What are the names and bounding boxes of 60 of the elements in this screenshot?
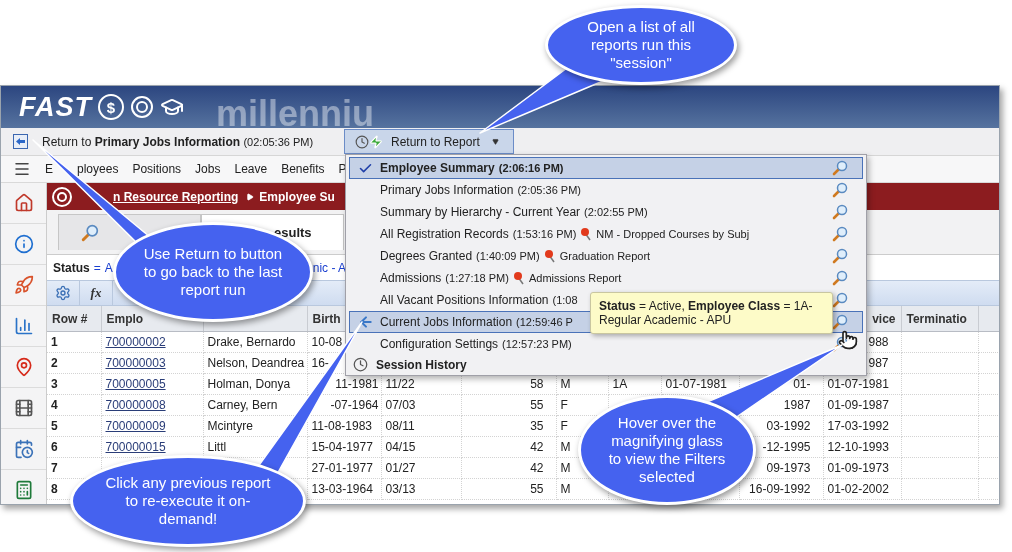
report-name: Configuration Settings xyxy=(380,337,499,351)
report-note: Graduation Report xyxy=(559,250,651,262)
table-cell: 2 xyxy=(47,352,101,374)
table-cell: 42 xyxy=(461,436,556,458)
table-cell: 17-03-1992 xyxy=(823,415,901,437)
report-name: Summary by Hierarchy - Current Year xyxy=(380,205,581,219)
report-name: Degrees Granted xyxy=(380,249,473,263)
report-time: (2:06:16 PM) xyxy=(498,162,564,174)
table-cell: 03/13 xyxy=(381,478,461,500)
table-cell: 04/15 xyxy=(381,436,461,458)
table-cell: Holman, Donya xyxy=(203,373,307,395)
breadcrumb-current: Employee Su xyxy=(259,189,335,204)
watermark-text: millenniu xyxy=(216,93,375,128)
column-header: Row # xyxy=(47,306,101,332)
table-cell: 15-04-1977 xyxy=(307,436,381,458)
table-cell: 42 xyxy=(461,457,556,479)
table-cell: Nelson, Deandrea xyxy=(203,352,307,374)
report-name: Primary Jobs Information xyxy=(380,183,514,197)
table-cell: 01-09-1973 xyxy=(823,457,901,479)
table-cell: 01/27 xyxy=(381,457,461,479)
table-cell: 35 xyxy=(461,415,556,437)
table-cell: 4 xyxy=(47,394,101,416)
report-name: Current Jobs Information xyxy=(380,315,513,329)
report-name: Employee Summary xyxy=(380,161,495,175)
report-time: (1:53:16 PM) xyxy=(512,228,577,240)
report-time: (12:57:23 PM) xyxy=(502,338,572,350)
table-cell: 08/11 xyxy=(381,415,461,437)
callout-bubble: Open a list of all reports run this "session" xyxy=(545,5,737,85)
table-cell: 1 xyxy=(47,331,101,353)
report-time: (2:02:55 PM) xyxy=(584,206,648,218)
report-time: (2:05:36 PM) xyxy=(517,184,581,196)
table-cell: 13-03-1964 xyxy=(307,478,381,500)
table-cell: 07/03 xyxy=(381,394,461,416)
report-time: (1:27:18 PM) xyxy=(445,272,509,284)
table-cell: 6 xyxy=(47,436,101,458)
table-cell: 01-09-1987 xyxy=(823,394,901,416)
report-time: (12:59:46 P xyxy=(516,316,573,328)
table-cell: 3 xyxy=(47,373,101,395)
report-time: (1:40:09 PM) xyxy=(476,250,540,262)
status-value: A xyxy=(104,260,113,275)
status-value: nic - A xyxy=(312,260,347,275)
column-header: Terminatio xyxy=(901,306,978,332)
logo-badge: $ xyxy=(98,94,124,120)
table-cell: Drake, Bernardo xyxy=(203,331,307,353)
table-cell: 27-01-1977 xyxy=(307,457,381,479)
table-cell: 55 xyxy=(461,394,556,416)
report-name: Admissions xyxy=(380,271,442,285)
table-cell: 5 xyxy=(47,415,101,437)
logo-text: FAST xyxy=(19,91,92,123)
report-note: Admissions Report xyxy=(528,272,622,284)
status-operator: = xyxy=(93,260,101,275)
filter-tooltip: Status = Active, Employee Class = 1A-Regular Academic - APU xyxy=(590,292,833,334)
report-time: (1:08 xyxy=(552,294,578,306)
table-cell: 55 xyxy=(461,478,556,500)
table-cell: 01-02-2002 xyxy=(823,478,901,500)
report-name: All Vacant Positions Information xyxy=(380,293,549,307)
status-label: Status xyxy=(53,260,90,275)
report-name: All Registration Records xyxy=(380,227,509,241)
table-cell: 12-10-1993 xyxy=(823,436,901,458)
report-note: NM - Dropped Courses by Subj xyxy=(596,228,750,240)
